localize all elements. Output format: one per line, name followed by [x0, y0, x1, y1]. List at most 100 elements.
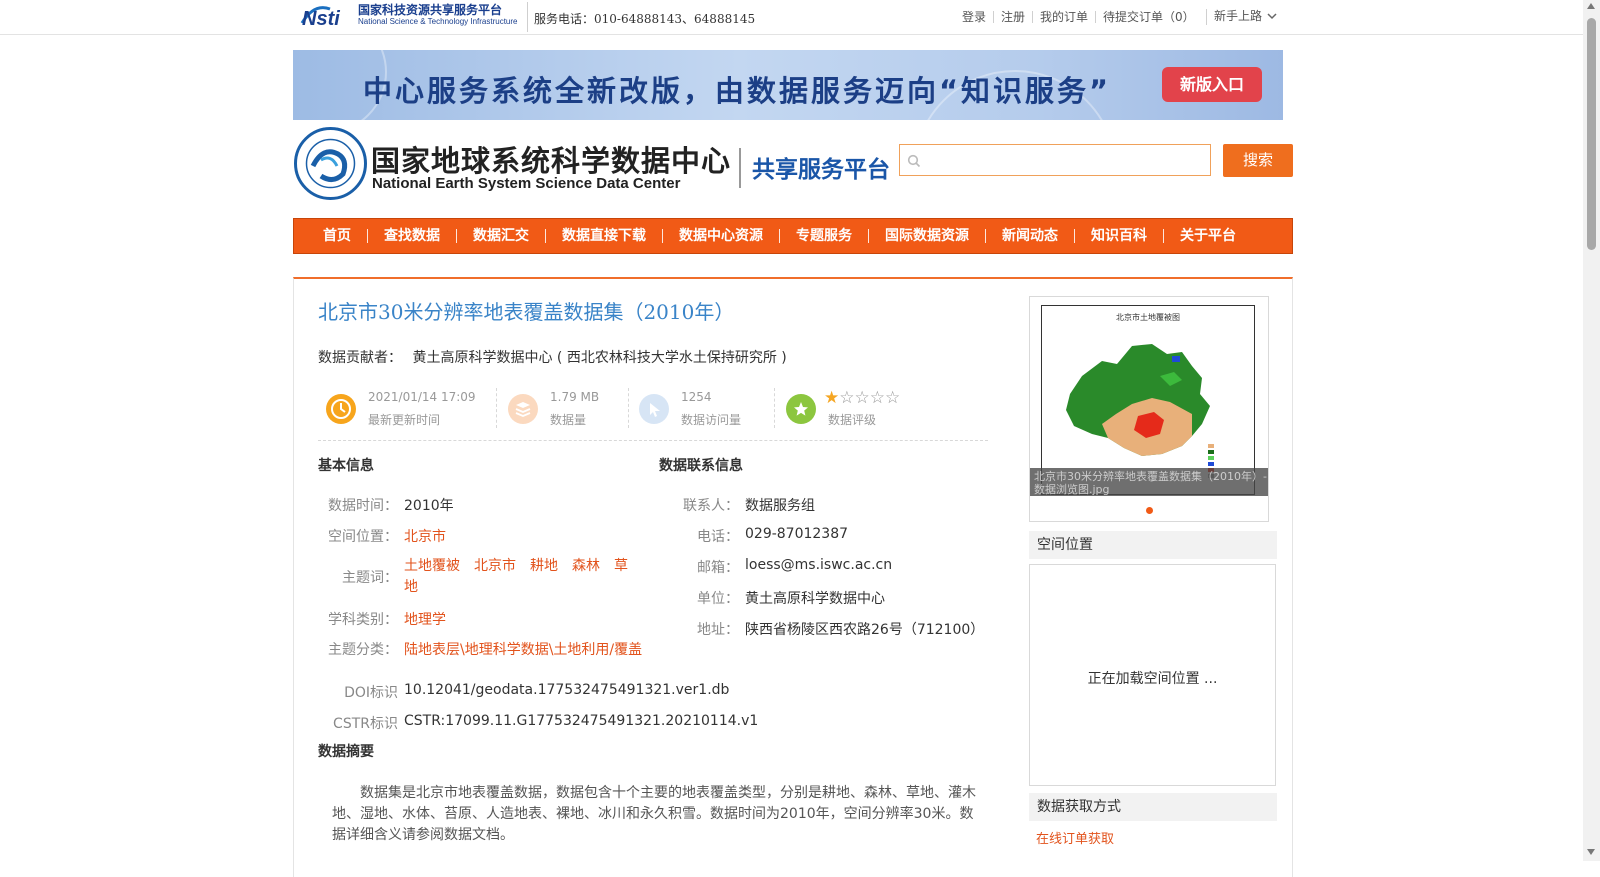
- center-logo[interactable]: [293, 126, 368, 201]
- top-bar: Nsti 国家科技资源共享服务平台 National Science & Tec…: [0, 0, 1583, 35]
- doi-label: DOI标识: [344, 685, 398, 701]
- service-hotline: 服务电话：010-64888143、64888145: [534, 12, 756, 26]
- contact-email-value: loess@ms.iswc.ac.cn: [745, 557, 893, 573]
- dataset-title: 北京市30米分辨率地表覆盖数据集（2010年）: [318, 300, 735, 324]
- nsti-logo-mark: Nsti: [300, 3, 354, 30]
- basic-info-title: 基本信息: [318, 458, 374, 474]
- layers-icon: [508, 394, 538, 424]
- main-nav: 首页 查找数据 数据汇交 数据直接下载 数据中心资源 专题服务 国际数据资源 新…: [293, 218, 1293, 254]
- discipline-label: 学科类别：: [328, 612, 398, 628]
- contact-person-value: 数据服务组: [745, 498, 815, 514]
- stat-divider: [628, 388, 630, 428]
- category-link[interactable]: 陆地表层\地理科学数据\土地利用/覆盖: [404, 639, 642, 659]
- nsti-logo[interactable]: Nsti 国家科技资源共享服务平台 National Science & Tec…: [300, 2, 518, 30]
- keyword-link[interactable]: 耕地: [530, 558, 558, 574]
- location-label: 空间位置：: [328, 529, 398, 545]
- star-filled-icon: ★: [824, 388, 840, 408]
- data-access-title: 数据获取方式: [1029, 793, 1277, 821]
- spatial-loading-text: 正在加载空间位置 ...: [1087, 671, 1218, 687]
- data-time-value: 2010年: [404, 498, 454, 514]
- nsti-logo-en: National Science & Technology Infrastruc…: [358, 17, 518, 26]
- star-badge-icon: [786, 394, 816, 424]
- abstract-title: 数据摘要: [318, 744, 374, 760]
- pending-orders-link[interactable]: 待提交订单（0）: [1096, 11, 1202, 23]
- keyword-link[interactable]: 北京市: [474, 558, 516, 574]
- dataset-contributor: 数据贡献者： 黄土高原科学数据中心 ( 西北农林科技大学水土保持研究所 ): [318, 347, 787, 367]
- stat-size-value: 1.79 MB: [550, 390, 600, 404]
- location-link[interactable]: 北京市: [404, 526, 446, 546]
- login-link[interactable]: 登录: [962, 11, 995, 23]
- star-empty-icon: ☆: [869, 388, 885, 408]
- stat-updated-value: 2021/01/14 17:09: [368, 390, 476, 404]
- contact-info-title: 数据联系信息: [659, 458, 743, 474]
- contact-phone-label: 电话：: [697, 529, 739, 545]
- stat-visits-value: 1254: [681, 390, 712, 404]
- top-divider: [1206, 9, 1207, 25]
- dataset-stats: 2021/01/14 17:09 最新更新时间 1.79 MB 数据量 1254…: [318, 386, 988, 441]
- keyword-link[interactable]: 土地覆被: [404, 558, 460, 574]
- chevron-down-icon: [1267, 9, 1277, 23]
- nav-item-news[interactable]: 新闻动态: [986, 229, 1075, 243]
- cstr-value: CSTR:17099.11.G177532475491321.20210114.…: [404, 713, 759, 729]
- nav-item-home[interactable]: 首页: [307, 229, 368, 243]
- contact-address-label: 地址：: [697, 622, 739, 638]
- nav-item-find-data[interactable]: 查找数据: [368, 229, 457, 243]
- my-orders-link[interactable]: 我的订单: [1033, 11, 1097, 23]
- abstract-text: 数据集是北京市地表覆盖数据，数据包含十个主要的地表覆盖类型，分别是耕地、森林、草…: [332, 785, 976, 843]
- spatial-location-map[interactable]: 正在加载空间位置 ...: [1029, 564, 1276, 786]
- contact-person-label: 联系人：: [683, 498, 739, 514]
- online-order-link[interactable]: 在线订单获取: [1036, 828, 1114, 847]
- nav-item-data-submit[interactable]: 数据汇交: [457, 229, 546, 243]
- star-empty-icon: ☆: [854, 388, 870, 408]
- contact-org-value: 黄土高原科学数据中心: [745, 591, 885, 607]
- keyword-link[interactable]: 森林: [572, 558, 600, 574]
- discipline-link[interactable]: 地理学: [404, 609, 446, 629]
- rating-stars: ★☆☆☆☆: [824, 388, 900, 408]
- contact-phone-value: 029-87012387: [745, 526, 849, 542]
- nav-item-wiki[interactable]: 知识百科: [1075, 229, 1164, 243]
- stat-rating-label: 数据评级: [828, 413, 877, 427]
- clock-icon: [326, 394, 356, 424]
- center-name-cn: 国家地球系统科学数据中心: [371, 144, 732, 178]
- contact-address-value: 陕西省杨陵区西农路26号（712100）: [745, 622, 985, 638]
- carousel-dot[interactable]: [1146, 507, 1153, 514]
- preview-carousel[interactable]: 北京市土地覆被图 北京市30米分辨率地表覆盖数据集（2010年）-数据浏览图.j…: [1029, 296, 1269, 522]
- search-input[interactable]: [899, 144, 1211, 176]
- new-version-button[interactable]: 新版入口: [1162, 67, 1262, 102]
- newbie-guide-dropdown[interactable]: 新手上路: [1214, 7, 1277, 24]
- cstr-label: CSTR标识: [333, 716, 398, 732]
- register-link[interactable]: 注册: [994, 11, 1034, 23]
- nav-item-direct-download[interactable]: 数据直接下载: [546, 229, 663, 243]
- nsti-logo-cn: 国家科技资源共享服务平台: [358, 3, 503, 17]
- doi-value: 10.12041/geodata.177532475491321.ver1.db: [404, 682, 730, 698]
- nav-item-about[interactable]: 关于平台: [1164, 229, 1252, 243]
- stat-visits-label: 数据访问量: [681, 413, 742, 427]
- star-empty-icon: ☆: [839, 388, 855, 408]
- contributor-value: 黄土高原科学数据中心 ( 西北农林科技大学水土保持研究所 ): [412, 350, 787, 366]
- star-empty-icon: ☆: [885, 388, 901, 408]
- scrollbar-thumb[interactable]: [1587, 18, 1596, 250]
- preview-map-image[interactable]: 北京市土地覆被图: [1041, 305, 1255, 495]
- nav-item-topic-services[interactable]: 专题服务: [780, 229, 869, 243]
- newbie-guide-label: 新手上路: [1214, 9, 1263, 23]
- scroll-up-arrow-icon[interactable]: [1587, 3, 1595, 9]
- promo-banner[interactable]: 中心服务系统全新改版，由数据服务迈向“知识服务” 新版入口: [293, 50, 1283, 120]
- page-scrollbar[interactable]: [1583, 0, 1600, 861]
- nav-item-international[interactable]: 国际数据资源: [869, 229, 986, 243]
- top-divider: [527, 2, 528, 32]
- category-label: 主题分类：: [328, 642, 398, 658]
- scroll-down-arrow-icon[interactable]: [1587, 849, 1595, 855]
- cursor-icon: [639, 394, 669, 424]
- contributor-label: 数据贡献者：: [318, 350, 402, 366]
- svg-text:Nsti: Nsti: [302, 8, 340, 29]
- platform-title: 共享服务平台: [752, 157, 890, 183]
- keywords-list: 土地覆被 北京市 耕地 森林 草地: [404, 556, 634, 598]
- preview-caption-bar: 北京市30米分辨率地表覆盖数据集（2010年）-数据浏览图.jpg: [1030, 468, 1268, 496]
- search-button[interactable]: 搜索: [1223, 144, 1293, 177]
- contact-email-label: 邮箱：: [697, 560, 739, 576]
- banner-headline: 中心服务系统全新改版，由数据服务迈向“知识服务”: [363, 74, 1112, 108]
- header-divider: [739, 148, 741, 188]
- spatial-location-title: 空间位置: [1029, 531, 1277, 559]
- data-time-label: 数据时间：: [328, 498, 398, 514]
- nav-item-center-resources[interactable]: 数据中心资源: [663, 229, 780, 243]
